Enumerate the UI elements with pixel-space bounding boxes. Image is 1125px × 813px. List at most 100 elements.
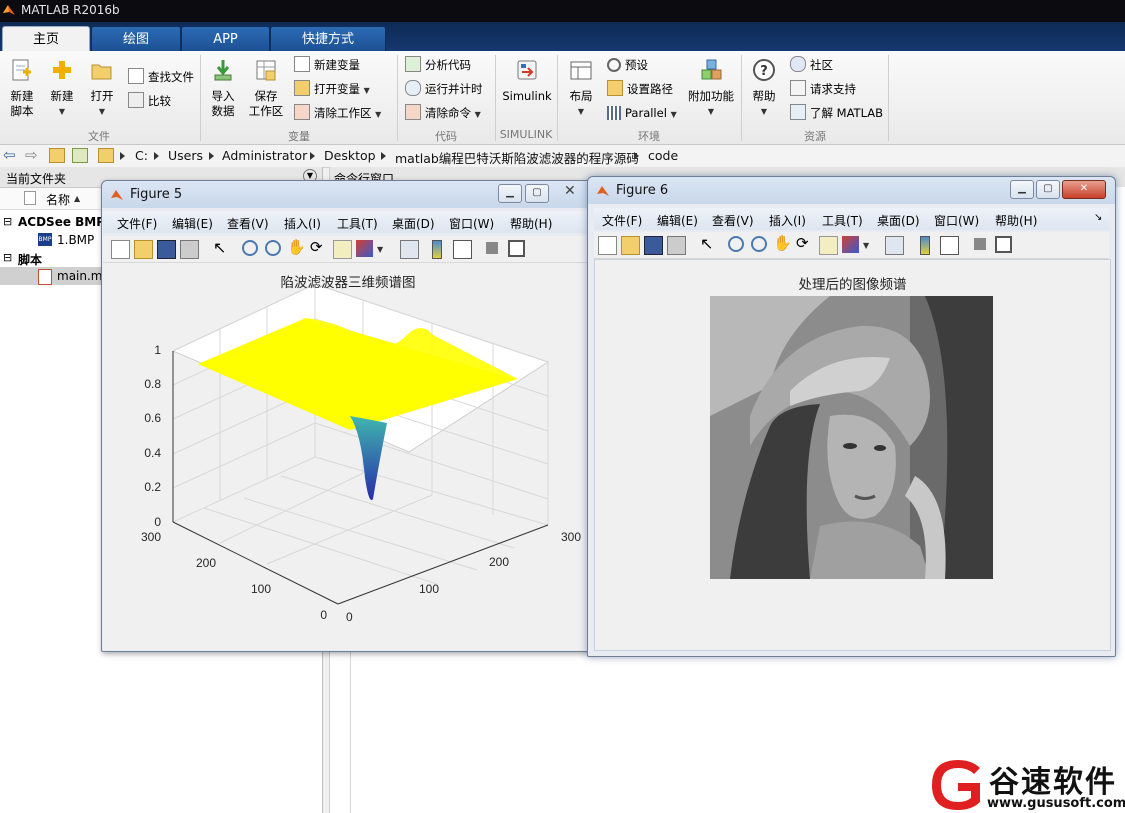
breadcrumb-item[interactable]: Administrator [222,148,307,163]
menu-insert[interactable]: 插入(I) [769,212,806,229]
file-item-label[interactable]: main.m [57,269,103,283]
print-icon[interactable] [667,236,686,255]
legend-icon[interactable] [940,236,959,255]
request-support-button[interactable]: 请求支持 [790,80,856,98]
file-item-label[interactable]: 1.BMP [57,233,94,247]
hide-plot-tools-icon[interactable] [974,238,986,250]
clear-commands-button[interactable]: 清除命令 ▼ [405,104,481,122]
zoom-in-icon[interactable] [242,240,258,256]
menu-help[interactable]: 帮助(H) [510,215,552,232]
menu-window[interactable]: 窗口(W) [449,215,494,232]
set-path-button[interactable]: 设置路径 [607,80,673,98]
menu-window[interactable]: 窗口(W) [934,212,979,229]
open-file-icon[interactable] [134,240,153,259]
learn-matlab-button[interactable]: 了解 MATLAB [790,104,883,122]
zoom-in-icon[interactable] [728,236,744,252]
pan-hand-icon[interactable]: ✋ [287,238,306,256]
run-and-time-button[interactable]: 运行并计时 [405,80,483,98]
breadcrumb-item[interactable]: Users [168,148,203,163]
colorbar-icon[interactable] [432,240,442,259]
maximize-button[interactable]: ▢ [525,184,549,203]
legend-icon[interactable] [453,240,472,259]
tab-plots[interactable]: 绘图 [91,26,181,52]
menu-desktop[interactable]: 桌面(D) [877,212,920,229]
link-plot-icon[interactable] [885,236,904,255]
open-file-icon[interactable] [621,236,640,255]
zoom-out-icon[interactable] [265,240,281,256]
simulink-button[interactable]: Simulink [501,57,553,104]
find-files-button[interactable]: 查找文件 [128,68,194,86]
show-plot-tools-icon[interactable] [995,236,1012,253]
new-figure-icon[interactable] [111,240,130,259]
breadcrumb-item[interactable]: matlab编程巴特沃斯陷波滤波器的程序源码 [395,148,639,167]
rotate-3d-icon[interactable]: ⟳ [796,234,809,252]
show-plot-tools-icon[interactable] [508,240,525,257]
new-script-button[interactable]: 新建 脚本 [4,57,40,119]
menu-edit[interactable]: 编辑(E) [657,212,698,229]
pointer-icon[interactable]: ↖ [213,238,226,257]
menu-view[interactable]: 查看(V) [712,212,754,229]
chevron-down-icon[interactable]: ▼ [377,245,383,254]
menu-tools[interactable]: 工具(T) [337,215,378,232]
chevron-down-icon[interactable]: ▼ [863,241,869,250]
menu-tools[interactable]: 工具(T) [822,212,863,229]
figure-5-window[interactable]: Figure 5 ▁ ▢ ✕ 文件(F) 编辑(E) 查看(V) 插入(I) 工… [101,180,595,652]
menu-view[interactable]: 查看(V) [227,215,269,232]
forward-arrow-icon[interactable]: ⇨ [25,146,38,164]
sort-arrow-icon[interactable]: ▲ [74,194,80,203]
link-plot-icon[interactable] [400,240,419,259]
menu-edit[interactable]: 编辑(E) [172,215,213,232]
minimize-button[interactable]: ▁ [498,184,522,203]
back-arrow-icon[interactable]: ⇦ [3,146,16,164]
import-data-button[interactable]: 导入 数据 [205,57,241,119]
open-button[interactable]: 打开 ▼ [86,57,118,119]
tree-group-label[interactable]: ACDSee BMP [18,215,105,229]
collapse-toggle-icon[interactable]: ⊟ [3,251,12,264]
tab-apps[interactable]: APP [181,26,270,52]
pan-hand-icon[interactable]: ✋ [773,234,792,252]
new-button[interactable]: 新建 ▼ [46,57,78,119]
dock-arrow-icon[interactable]: ↘ [1094,212,1102,223]
data-cursor-icon[interactable] [819,236,838,255]
help-button[interactable]: ? 帮助 ▼ [747,57,781,119]
tab-shortcuts[interactable]: 快捷方式 [270,26,386,52]
addons-button[interactable]: 附加功能 ▼ [686,57,736,119]
colorbar-icon[interactable] [920,236,930,255]
menu-help[interactable]: 帮助(H) [995,212,1037,229]
menu-insert[interactable]: 插入(I) [284,215,321,232]
brush-icon[interactable] [842,236,859,253]
layout-button[interactable]: 布局 ▼ [563,57,599,119]
name-column-header[interactable]: 名称 [46,191,70,208]
analyze-code-button[interactable]: 分析代码 [405,56,471,74]
pointer-icon[interactable]: ↖ [700,234,713,253]
browse-folder-icon[interactable] [72,148,88,163]
save-icon[interactable] [157,240,176,259]
figure-6-window[interactable]: Figure 6 ▁ ▢ ✕ 文件(F) 编辑(E) 查看(V) 插入(I) 工… [587,176,1116,657]
figure-5-title-bar[interactable]: Figure 5 ▁ ▢ ✕ [102,181,594,208]
compare-button[interactable]: 比较 [128,92,171,110]
breadcrumb-item[interactable]: C: [135,148,148,163]
close-icon[interactable]: ✕ [564,183,576,199]
close-button[interactable]: ✕ [1062,180,1106,199]
zoom-out-icon[interactable] [751,236,767,252]
tree-group-label[interactable]: 脚本 [18,251,42,268]
new-variable-button[interactable]: 新建变量 [294,56,360,74]
up-folder-icon[interactable] [49,148,65,163]
data-cursor-icon[interactable] [333,240,352,259]
open-variable-button[interactable]: 打开变量 ▼ [294,80,370,98]
hide-plot-tools-icon[interactable] [486,242,498,254]
menu-file[interactable]: 文件(F) [602,212,642,229]
breadcrumb-item[interactable]: Desktop [324,148,376,163]
figure-6-title-bar[interactable]: Figure 6 ▁ ▢ ✕ [588,177,1115,204]
brush-icon[interactable] [356,240,373,257]
save-workspace-button[interactable]: 保存 工作区 [246,57,286,119]
maximize-button[interactable]: ▢ [1036,180,1060,199]
tab-home[interactable]: 主页 [2,26,90,53]
community-button[interactable]: 社区 [790,56,833,74]
save-icon[interactable] [644,236,663,255]
rotate-3d-icon[interactable]: ⟳ [310,238,323,256]
menu-file[interactable]: 文件(F) [117,215,157,232]
collapse-toggle-icon[interactable]: ⊟ [3,215,12,228]
preferences-button[interactable]: 预设 [607,56,648,74]
print-icon[interactable] [180,240,199,259]
